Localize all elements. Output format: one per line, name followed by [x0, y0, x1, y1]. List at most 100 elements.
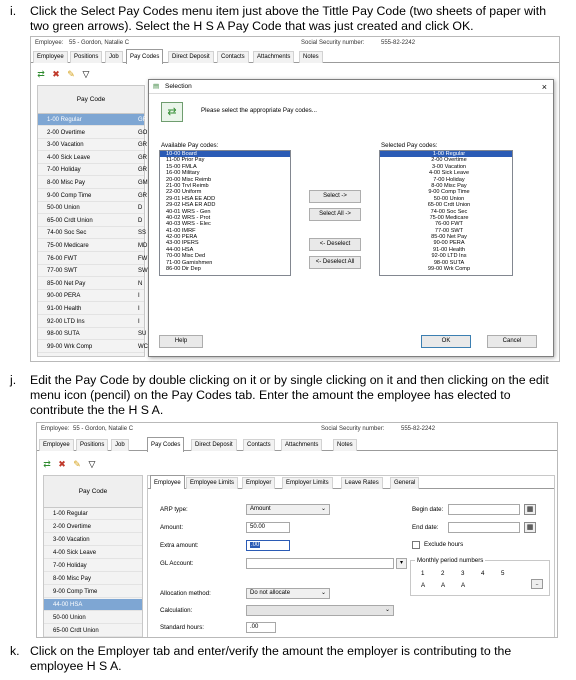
- table-row[interactable]: 50-00 Union: [44, 612, 142, 624]
- end-date-field[interactable]: [448, 522, 520, 533]
- tab-attachments[interactable]: Attachments: [253, 51, 295, 63]
- pay-code-toolbar: ⇄ ✖ ✎ ▽: [41, 457, 98, 471]
- select-button[interactable]: Select ->: [309, 190, 361, 203]
- exclude-hours-checkbox[interactable]: [412, 541, 420, 549]
- table-row[interactable]: 3-00 Vacation GR: [38, 139, 147, 152]
- amount-field[interactable]: 50.00: [246, 522, 290, 533]
- list-item[interactable]: 99-00 Wrk Comp: [380, 266, 512, 272]
- table-row[interactable]: 65-00 Crdt Union: [44, 625, 142, 637]
- table-row[interactable]: 92-00 LTD Ins I: [38, 316, 144, 328]
- calculation-select[interactable]: ⌄: [246, 605, 394, 616]
- calendar-icon[interactable]: ▦: [524, 504, 536, 515]
- allocation-method-select[interactable]: Do not allocate ⌄: [246, 588, 330, 599]
- select-pay-codes-icon[interactable]: ⇄: [35, 69, 47, 79]
- calendar-icon[interactable]: ▦: [524, 522, 536, 533]
- pay-code-type: SS: [138, 230, 147, 237]
- tab-positions[interactable]: Positions: [70, 51, 103, 63]
- table-row[interactable]: 50-00 Union D: [38, 202, 144, 215]
- selected-paycodes-listbox[interactable]: 1-00 Regular 2-00 Overtime 3-00 Vacation 4-…: [379, 150, 513, 276]
- deselect-button[interactable]: <- Deselect: [309, 238, 361, 251]
- delete-icon[interactable]: ✖: [50, 69, 62, 79]
- table-row[interactable]: 2-00 Overtime GO: [38, 127, 147, 139]
- table-row[interactable]: 9-00 Comp Time: [44, 586, 142, 598]
- table-row[interactable]: 77-00 SWT SW: [38, 265, 148, 278]
- cancel-button[interactable]: Cancel: [487, 335, 537, 348]
- tab-employer-limits[interactable]: Employer Limits: [282, 477, 333, 489]
- period-flag[interactable]: A: [461, 582, 465, 589]
- gl-account-dropdown[interactable]: ▾: [396, 558, 407, 569]
- table-row[interactable]: 3-00 Vacation: [44, 534, 142, 546]
- table-row[interactable]: 99-00 Wrk Comp WC: [38, 341, 148, 353]
- period-flag[interactable]: A: [421, 582, 425, 589]
- table-row[interactable]: 44-00 HSA: [44, 599, 142, 611]
- tab-pay-codes[interactable]: Pay Codes: [126, 49, 164, 64]
- tab-attachments[interactable]: Attachments: [281, 439, 323, 451]
- edit-pencil-icon[interactable]: ✎: [71, 459, 83, 469]
- available-paycodes-listbox[interactable]: 10-00 Board 11-00 Prior Pay 15-00 FMLA 16-0…: [159, 150, 291, 276]
- chevron-down-icon: ⌄: [320, 506, 326, 512]
- tab-job[interactable]: Job: [111, 439, 129, 451]
- table-row[interactable]: 75-00 Medicare MD: [38, 240, 147, 252]
- begin-date-field[interactable]: [448, 504, 520, 515]
- tab-direct-deposit[interactable]: Direct Deposit: [168, 51, 214, 63]
- table-row[interactable]: 1-00 Regular GR: [38, 114, 147, 126]
- table-row[interactable]: 91-00 Health I: [38, 303, 144, 315]
- table-row[interactable]: 1-00 Regular: [44, 508, 142, 520]
- tab-employee-detail[interactable]: Employee: [150, 475, 185, 489]
- table-row[interactable]: 7-00 Holiday GR: [38, 164, 147, 177]
- tab-employer[interactable]: Employer: [242, 477, 276, 489]
- table-row[interactable]: 85-00 Net Pay N: [38, 278, 144, 290]
- tab-leave-rates[interactable]: Leave Rates: [341, 477, 383, 489]
- table-row[interactable]: 7-00 Holiday: [44, 560, 142, 572]
- tab-employee[interactable]: Employee: [33, 51, 68, 63]
- gl-account-label: GL Account:: [160, 560, 194, 567]
- pay-code-detail-pane: Employee Employee Limits Employer Employ…: [147, 475, 555, 637]
- begin-date-label: Begin date:: [412, 506, 444, 513]
- standard-hours-field[interactable]: .00: [246, 622, 276, 633]
- tab-contacts[interactable]: Contacts: [217, 51, 249, 63]
- select-all-button[interactable]: Select All ->: [309, 208, 361, 221]
- table-row[interactable]: 65-00 Crdt Union D: [38, 215, 144, 227]
- employee-value: 55 - Gordon, Natalie C: [69, 40, 130, 46]
- table-row[interactable]: 4-00 Sick Leave GR: [38, 152, 147, 164]
- select-pay-codes-icon[interactable]: ⇄: [41, 459, 53, 469]
- tab-notes[interactable]: Notes: [299, 51, 323, 63]
- delete-icon[interactable]: ✖: [56, 459, 68, 469]
- tab-direct-deposit[interactable]: Direct Deposit: [191, 439, 237, 451]
- period-flag[interactable]: A: [441, 582, 445, 589]
- help-button[interactable]: Help: [159, 335, 203, 348]
- deselect-all-button[interactable]: <- Deselect All: [309, 256, 361, 269]
- pay-code-label: 85-00 Net Pay: [47, 280, 86, 287]
- pay-code-column-header[interactable]: Pay Code: [44, 476, 142, 508]
- list-item[interactable]: 86-00 Dir Dep: [160, 266, 290, 272]
- pay-code-column-header[interactable]: Pay Code: [38, 86, 144, 114]
- table-row[interactable]: 74-00 Soc Sec SS: [38, 227, 147, 240]
- allocation-method-label: Allocation method:: [160, 590, 211, 597]
- table-row[interactable]: 9-00 Comp Time GR: [38, 190, 147, 202]
- table-row[interactable]: 8-00 Misc Pay: [44, 573, 142, 585]
- table-row[interactable]: 98-00 SUTA SU: [38, 328, 146, 341]
- filter-icon[interactable]: ▽: [80, 69, 92, 79]
- tab-employee-limits[interactable]: Employee Limits: [186, 477, 239, 489]
- tab-general[interactable]: General: [390, 477, 420, 489]
- period-more-button[interactable]: ..: [531, 579, 543, 589]
- tab-job[interactable]: Job: [105, 51, 123, 63]
- table-row[interactable]: 2-00 Overtime: [44, 521, 142, 533]
- edit-pencil-icon[interactable]: ✎: [65, 69, 77, 79]
- filter-icon[interactable]: ▽: [86, 459, 98, 469]
- ok-button[interactable]: OK: [421, 335, 471, 348]
- tab-employee[interactable]: Employee: [39, 439, 74, 451]
- arp-type-select[interactable]: Amount ⌄: [246, 504, 330, 515]
- tab-pay-codes[interactable]: Pay Codes: [147, 437, 185, 452]
- tab-contacts[interactable]: Contacts: [243, 439, 275, 451]
- table-row[interactable]: 90-00 PERA I: [38, 290, 144, 303]
- table-row[interactable]: 76-00 FWT FW: [38, 253, 147, 265]
- table-row[interactable]: 8-00 Misc Pay GM: [38, 177, 148, 189]
- extra-amount-field[interactable]: .00: [246, 540, 290, 551]
- gl-account-field[interactable]: [246, 558, 394, 569]
- close-icon[interactable]: ×: [542, 80, 547, 94]
- tab-notes[interactable]: Notes: [333, 439, 357, 451]
- tab-positions[interactable]: Positions: [76, 439, 109, 451]
- table-row[interactable]: 4-00 Sick Leave: [44, 547, 142, 559]
- pay-code-type: GR: [138, 117, 147, 123]
